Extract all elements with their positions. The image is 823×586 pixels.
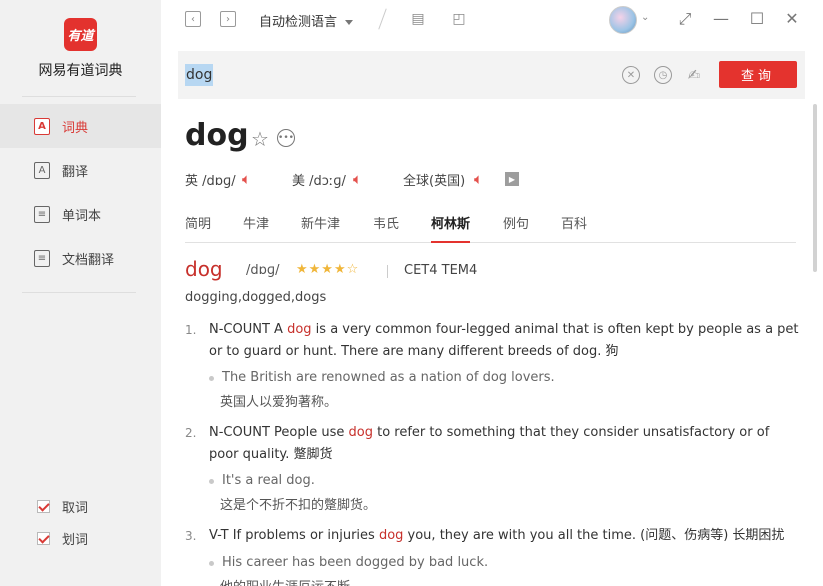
global-label: 全球(英国) bbox=[403, 174, 466, 189]
uk-phonetic: /dɒɡ/ bbox=[202, 174, 236, 189]
bullet bbox=[209, 561, 214, 566]
history-icon[interactable]: ◷ bbox=[654, 66, 672, 84]
favorite-star-icon[interactable]: ☆ bbox=[251, 127, 269, 151]
select-word-toggle[interactable]: 划词 bbox=[37, 529, 88, 548]
sense-definition: N-COUNT People use dog to refer to somet… bbox=[209, 425, 770, 462]
caret-down-icon bbox=[345, 20, 354, 25]
maximize-icon[interactable]: ☐ bbox=[748, 10, 766, 28]
example-en: The British are renowned as a nation of … bbox=[222, 370, 555, 385]
divider bbox=[387, 265, 388, 278]
screenshot-icon[interactable]: ◰ bbox=[451, 11, 467, 28]
us-phonetic: /dɔːɡ/ bbox=[309, 174, 346, 189]
translate-icon: A bbox=[34, 161, 50, 179]
speaker-icon[interactable]: 🔈︎ bbox=[242, 170, 251, 188]
wordbook-icon: ≡ bbox=[34, 205, 50, 223]
tab-webster[interactable]: 韦氏 bbox=[373, 213, 399, 241]
sidebar-item-wordbook[interactable]: ≡ 单词本 bbox=[0, 192, 161, 236]
sense-number: 3. bbox=[185, 529, 197, 543]
sense-number: 1. bbox=[185, 323, 197, 337]
tab-examples[interactable]: 例句 bbox=[503, 213, 529, 241]
tab-new-oxford[interactable]: 新牛津 bbox=[301, 213, 340, 241]
sense-definition: N-COUNT A dog is a very common four-legg… bbox=[209, 322, 799, 359]
tab-collins[interactable]: 柯林斯 bbox=[431, 213, 471, 243]
toolbar-divider bbox=[378, 8, 387, 30]
sidebar-item-label: 文档翻译 bbox=[62, 252, 115, 268]
sense-definition: V-T If problems or injuries dog you, the… bbox=[209, 528, 785, 543]
headword: dog bbox=[185, 118, 249, 153]
document-icon[interactable]: ▤ bbox=[410, 11, 426, 28]
sidebar-item-doc-translate[interactable]: ≡ 文档翻译 bbox=[0, 236, 161, 280]
uk-label: 英 bbox=[185, 174, 199, 189]
tab-encyclopedia[interactable]: 百科 bbox=[561, 213, 587, 241]
check-label: 划词 bbox=[62, 533, 89, 548]
avatar[interactable] bbox=[609, 6, 637, 34]
checkbox-checked-icon[interactable] bbox=[37, 532, 50, 545]
title-bar: ‹ › 自动检测语言 ▤ ◰ ⌄ ⤢ — ☐ ✕ bbox=[161, 0, 823, 40]
speaker-icon[interactable]: 🔈︎ bbox=[474, 170, 483, 188]
speaker-icon[interactable]: 🔈︎ bbox=[353, 170, 362, 188]
sidebar: 有道 网易有道词典 A 词典 A 翻译 ≡ 单词本 ≡ 文档翻译 取词 划词 bbox=[0, 0, 161, 586]
document-icon: ≡ bbox=[34, 249, 50, 267]
sense-number: 2. bbox=[185, 426, 197, 440]
search-input[interactable]: dog bbox=[185, 64, 214, 86]
dictionary-tabs: 简明 牛津 新牛津 韦氏 柯林斯 例句 百科 bbox=[185, 210, 796, 243]
us-label: 美 bbox=[292, 174, 306, 189]
exam-tags: CET4 TEM4 bbox=[404, 263, 478, 278]
sidebar-item-label: 单词本 bbox=[62, 208, 102, 224]
us-pronunciation: 美 /dɔːɡ/ bbox=[292, 170, 346, 189]
example-en: His career has been dogged by bad luck. bbox=[222, 555, 489, 570]
scrollbar-thumb[interactable] bbox=[813, 104, 817, 272]
checkbox-checked-icon[interactable] bbox=[37, 500, 50, 513]
capture-word-toggle[interactable]: 取词 bbox=[37, 497, 88, 516]
example-zh: 他的职业生涯厄运不断。 bbox=[220, 576, 363, 586]
frequency-stars: ★★★★☆ bbox=[296, 262, 360, 277]
example-zh: 这是个不折不扣的蹩脚货。 bbox=[220, 498, 377, 513]
close-icon[interactable]: ✕ bbox=[783, 10, 801, 28]
uk-pronunciation: 英 /dɒɡ/ bbox=[185, 170, 236, 189]
play-icon[interactable]: ▶ bbox=[505, 172, 519, 186]
sidebar-item-translate[interactable]: A 翻译 bbox=[0, 148, 161, 192]
example-zh: 英国人以爱狗著称。 bbox=[220, 395, 338, 410]
more-icon[interactable]: ••• bbox=[277, 129, 295, 147]
minimize-icon[interactable]: — bbox=[712, 10, 730, 28]
chevron-down-icon[interactable]: ⌄ bbox=[641, 12, 649, 23]
sidebar-item-label: 词典 bbox=[62, 120, 89, 136]
example-en: It's a real dog. bbox=[222, 473, 315, 488]
sidebar-item-label: 翻译 bbox=[62, 164, 89, 180]
bullet bbox=[209, 479, 214, 484]
language-select-value: 自动检测语言 bbox=[259, 15, 338, 30]
word-forms: dogging,dogged,dogs bbox=[185, 290, 327, 305]
collins-phonetic: /dɒɡ/ bbox=[246, 263, 280, 278]
collins-word: dog bbox=[185, 257, 223, 281]
back-button[interactable]: ‹ bbox=[185, 11, 201, 27]
tab-concise[interactable]: 简明 bbox=[185, 213, 211, 241]
language-select[interactable]: 自动检测语言 bbox=[259, 11, 354, 30]
clear-icon[interactable]: ✕ bbox=[622, 66, 640, 84]
sidebar-divider bbox=[22, 96, 136, 97]
forward-button[interactable]: › bbox=[220, 11, 236, 27]
search-bar: dog ✕ ◷ ✍ 查询 bbox=[178, 51, 805, 99]
check-label: 取词 bbox=[62, 501, 89, 516]
dictionary-icon: A bbox=[34, 117, 50, 135]
bullet bbox=[209, 376, 214, 381]
sidebar-divider bbox=[22, 292, 136, 293]
handwriting-icon[interactable]: ✍ bbox=[685, 66, 703, 84]
tab-oxford[interactable]: 牛津 bbox=[243, 213, 269, 241]
app-name: 网易有道词典 bbox=[38, 63, 123, 79]
mini-mode-icon[interactable]: ⤢ bbox=[676, 10, 694, 28]
app-logo: 有道 bbox=[64, 18, 97, 51]
sidebar-item-dictionary[interactable]: A 词典 bbox=[0, 104, 161, 148]
search-button[interactable]: 查询 bbox=[719, 61, 797, 88]
